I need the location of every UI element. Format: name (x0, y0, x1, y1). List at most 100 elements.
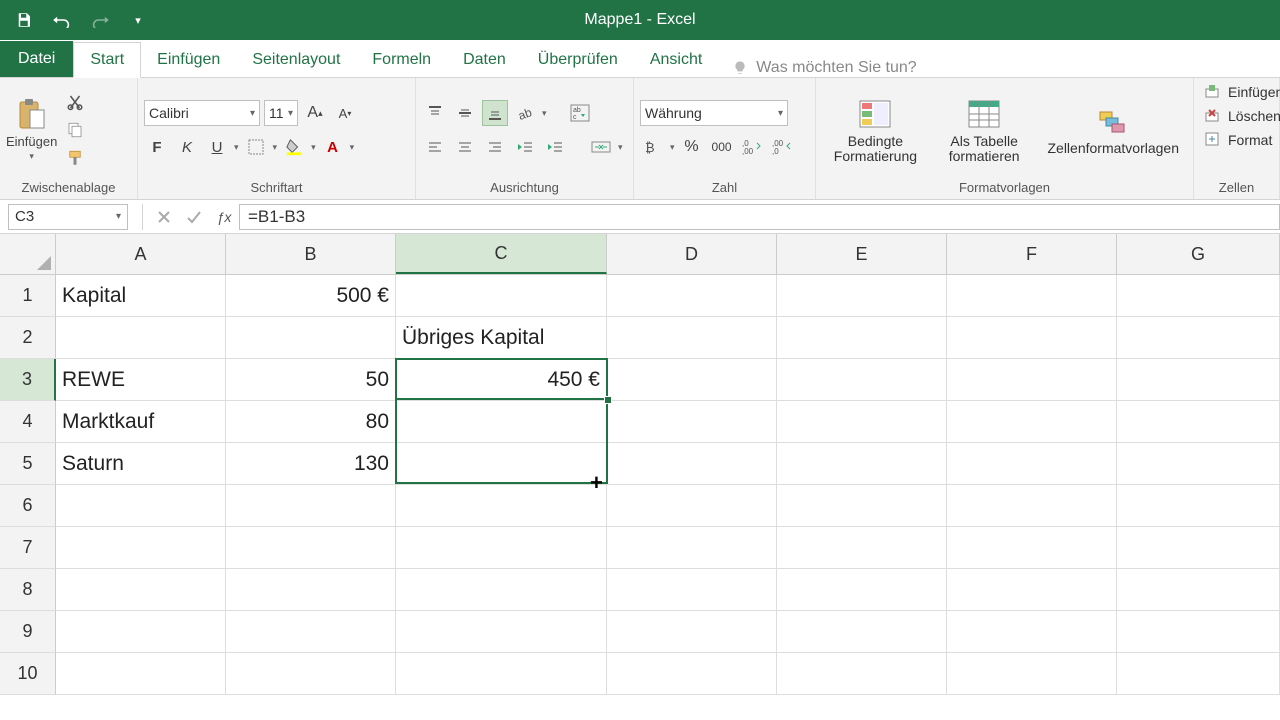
fill-color-icon[interactable] (281, 134, 307, 160)
row-header-4[interactable]: 4 (0, 401, 56, 443)
tab-start[interactable]: Start (73, 42, 141, 78)
cell-E3[interactable] (777, 359, 947, 401)
cell-C2[interactable]: Übriges Kapital (396, 317, 607, 359)
font-size-combo[interactable]: 11▾ (264, 100, 298, 126)
cell-D5[interactable] (607, 443, 777, 485)
cell-C10[interactable] (396, 653, 607, 695)
merge-center-icon[interactable] (588, 134, 614, 160)
tab-review[interactable]: Überprüfen (522, 43, 634, 77)
cell-D2[interactable] (607, 317, 777, 359)
cell-C6[interactable] (396, 485, 607, 527)
cell-B8[interactable] (226, 569, 396, 611)
cell-B3[interactable]: 50 (226, 359, 396, 401)
cell-A2[interactable] (56, 317, 226, 359)
copy-icon[interactable] (63, 119, 87, 141)
cell-E2[interactable] (777, 317, 947, 359)
cell-G5[interactable] (1117, 443, 1280, 485)
wrap-text-icon[interactable]: abc (567, 100, 593, 126)
row-header-5[interactable]: 5 (0, 443, 56, 485)
enter-formula-icon[interactable] (179, 204, 209, 230)
row-header-7[interactable]: 7 (0, 527, 56, 569)
align-right-icon[interactable] (482, 134, 508, 160)
cell-E5[interactable] (777, 443, 947, 485)
cell-C1[interactable] (396, 275, 607, 317)
col-header-E[interactable]: E (777, 234, 947, 274)
tab-formulas[interactable]: Formeln (356, 43, 447, 77)
cell-G8[interactable] (1117, 569, 1280, 611)
cell-D1[interactable] (607, 275, 777, 317)
increase-font-icon[interactable]: A▴ (302, 100, 328, 126)
align-center-icon[interactable] (452, 134, 478, 160)
cell-F2[interactable] (947, 317, 1117, 359)
cell-C7[interactable] (396, 527, 607, 569)
cells-insert-button[interactable]: Einfügen (1200, 82, 1280, 102)
row-header-10[interactable]: 10 (0, 653, 56, 695)
cell-F5[interactable] (947, 443, 1117, 485)
cell-E1[interactable] (777, 275, 947, 317)
decrease-indent-icon[interactable] (512, 134, 538, 160)
cell-D4[interactable] (607, 401, 777, 443)
col-header-F[interactable]: F (947, 234, 1117, 274)
font-color-icon[interactable]: A (320, 134, 346, 160)
cell-F6[interactable] (947, 485, 1117, 527)
cell-E7[interactable] (777, 527, 947, 569)
cell-A10[interactable] (56, 653, 226, 695)
cell-G7[interactable] (1117, 527, 1280, 569)
cell-C3[interactable]: 450 € (396, 359, 607, 401)
cell-B1[interactable]: 500 € (226, 275, 396, 317)
select-all-corner[interactable] (0, 234, 56, 274)
font-name-combo[interactable]: Calibri▾ (144, 100, 260, 126)
tab-view[interactable]: Ansicht (634, 43, 718, 77)
col-header-B[interactable]: B (226, 234, 396, 274)
align-bottom-icon[interactable] (482, 100, 508, 126)
decrease-font-icon[interactable]: A▾ (332, 100, 358, 126)
conditional-formatting-button[interactable]: Bedingte Formatierung (822, 94, 929, 167)
cell-E6[interactable] (777, 485, 947, 527)
paste-button[interactable]: Einfügen ▾ (6, 98, 57, 162)
cell-D9[interactable] (607, 611, 777, 653)
cell-E8[interactable] (777, 569, 947, 611)
cell-C4[interactable] (396, 401, 607, 443)
row-header-9[interactable]: 9 (0, 611, 56, 653)
align-top-icon[interactable] (422, 100, 448, 126)
cell-G6[interactable] (1117, 485, 1280, 527)
cell-A5[interactable]: Saturn (56, 443, 226, 485)
format-painter-icon[interactable] (63, 147, 87, 169)
cell-D7[interactable] (607, 527, 777, 569)
cell-B9[interactable] (226, 611, 396, 653)
cancel-formula-icon[interactable] (149, 204, 179, 230)
col-header-C[interactable]: C (396, 234, 607, 274)
cell-F3[interactable] (947, 359, 1117, 401)
col-header-D[interactable]: D (607, 234, 777, 274)
align-middle-icon[interactable] (452, 100, 478, 126)
cell-A6[interactable] (56, 485, 226, 527)
decrease-decimal-icon[interactable]: ,00,0 (769, 134, 795, 160)
underline-button[interactable]: U (204, 134, 230, 160)
tab-insert[interactable]: Einfügen (141, 43, 236, 77)
spreadsheet-grid[interactable]: A B C D E F G 1 Kapital 500 € 2 Übriges … (0, 234, 1280, 695)
cell-G3[interactable] (1117, 359, 1280, 401)
cell-A4[interactable]: Marktkauf (56, 401, 226, 443)
bold-button[interactable]: F (144, 134, 170, 160)
insert-function-icon[interactable]: ƒx (209, 204, 239, 230)
cells-format-button[interactable]: Format (1200, 130, 1276, 150)
cell-F10[interactable] (947, 653, 1117, 695)
align-left-icon[interactable] (422, 134, 448, 160)
cell-F4[interactable] (947, 401, 1117, 443)
cell-E9[interactable] (777, 611, 947, 653)
cell-A9[interactable] (56, 611, 226, 653)
italic-button[interactable]: K (174, 134, 200, 160)
cell-G2[interactable] (1117, 317, 1280, 359)
cell-F8[interactable] (947, 569, 1117, 611)
cell-A8[interactable] (56, 569, 226, 611)
format-as-table-button[interactable]: Als Tabelle formatieren (931, 94, 1038, 167)
cell-B6[interactable] (226, 485, 396, 527)
qat-customize-icon[interactable]: ▾ (128, 10, 148, 30)
row-header-3[interactable]: 3 (0, 359, 56, 401)
percent-icon[interactable]: % (679, 134, 705, 160)
cell-G9[interactable] (1117, 611, 1280, 653)
row-header-8[interactable]: 8 (0, 569, 56, 611)
row-header-1[interactable]: 1 (0, 275, 56, 317)
tab-file[interactable]: Datei (0, 41, 73, 77)
cell-E10[interactable] (777, 653, 947, 695)
